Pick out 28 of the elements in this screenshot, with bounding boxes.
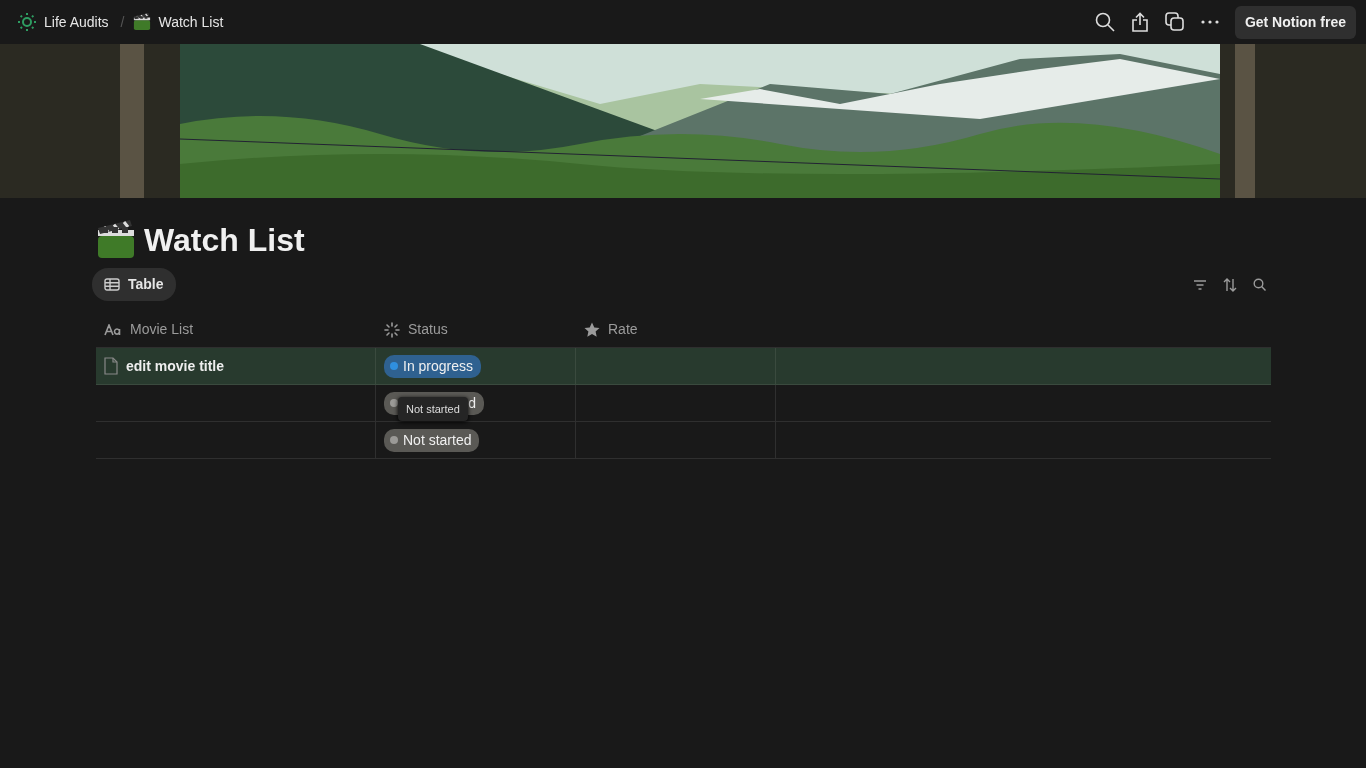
sort-icon[interactable] xyxy=(1223,277,1237,292)
column-header[interactable]: Rate xyxy=(608,319,638,340)
get-notion-button[interactable]: Get Notion free xyxy=(1234,5,1356,39)
clapperboard-icon xyxy=(132,13,151,31)
row-title[interactable]: edit movie title xyxy=(126,355,225,377)
sun-icon xyxy=(18,13,36,31)
search-icon[interactable] xyxy=(1253,278,1266,291)
breadcrumb-link[interactable]: Watch List xyxy=(154,9,228,35)
duplicate-icon[interactable] xyxy=(1164,12,1185,32)
clapperboard-icon xyxy=(96,220,136,260)
status-tag[interactable]: Not started xyxy=(384,428,480,452)
column-header[interactable]: Movie List xyxy=(130,319,194,340)
column-header[interactable]: Status xyxy=(408,319,448,340)
more-icon[interactable] xyxy=(1200,20,1219,24)
search-icon[interactable] xyxy=(1094,12,1115,32)
filter-icon[interactable] xyxy=(1193,279,1207,290)
view-tab[interactable]: Table xyxy=(92,268,176,301)
breadcrumb-link[interactable]: Life Audits xyxy=(40,9,113,35)
status-tag[interactable]: In progress xyxy=(384,354,482,378)
share-icon[interactable] xyxy=(1130,12,1149,32)
breadcrumb-separator: / xyxy=(120,12,125,32)
text-type-icon xyxy=(104,323,122,336)
tooltip: Not started xyxy=(398,396,468,421)
table-icon xyxy=(104,278,120,291)
page-icon xyxy=(104,357,118,375)
status-icon xyxy=(384,321,400,338)
page-title: Watch List xyxy=(144,220,305,260)
star-icon xyxy=(584,321,600,338)
